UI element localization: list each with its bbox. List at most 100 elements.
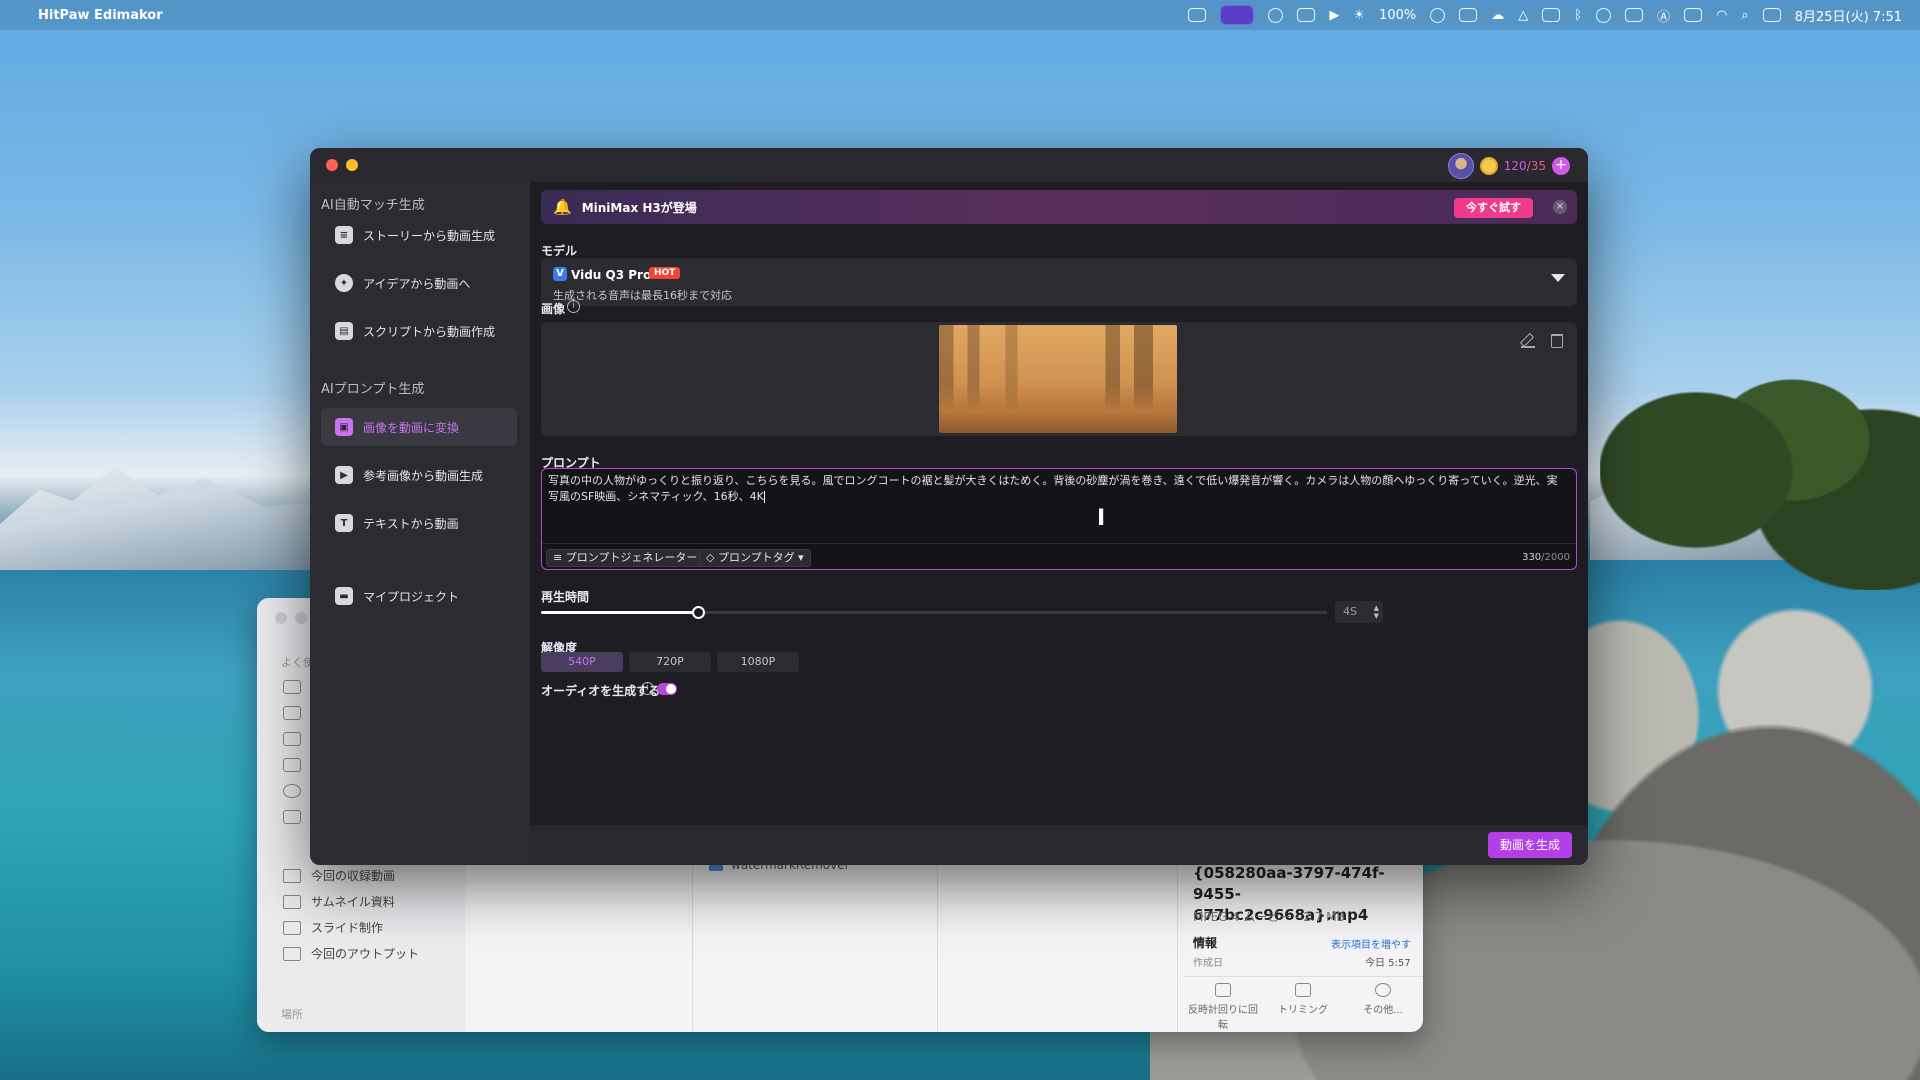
screenshot-icon[interactable] bbox=[1297, 8, 1316, 22]
sidebar-item-text-to-video[interactable]: T テキストから動画 bbox=[321, 504, 517, 542]
lightbulb-icon: ✦ bbox=[335, 274, 353, 292]
resolution-option-720p[interactable]: 720P bbox=[629, 652, 711, 672]
character-counter: 330/2000 bbox=[1522, 552, 1570, 563]
stepper-arrows-icon[interactable]: ▲ ▼ bbox=[1374, 604, 1379, 620]
control-center-icon[interactable] bbox=[1762, 8, 1781, 22]
image-upload-area[interactable] bbox=[541, 322, 1577, 436]
prompt-tag-dropdown[interactable]: ◇ プロンプトタグ ▾ bbox=[699, 549, 811, 567]
tag-icon: ◇ bbox=[706, 551, 718, 564]
folder-icon: ▬ bbox=[335, 587, 353, 605]
folder-icon bbox=[283, 920, 301, 935]
duration-slider-fill bbox=[541, 611, 699, 614]
prompt-textarea[interactable]: 写真の中の人物がゆっくりと振り返り、こちらを見る。風でロングコートの裾と髪が大き… bbox=[541, 468, 1577, 570]
clock[interactable]: 8月25日(火) 7:51 bbox=[1795, 6, 1902, 25]
try-now-button[interactable]: 今すぐ試す bbox=[1454, 198, 1533, 218]
audio-toggle[interactable] bbox=[657, 683, 677, 695]
list-icon: ≡ bbox=[553, 551, 566, 564]
rotate-left-button[interactable]: 反時計回りに回転 bbox=[1188, 983, 1258, 1032]
finder-sidebar-item[interactable]: スライド制作 bbox=[283, 919, 383, 936]
shield-icon[interactable] bbox=[1542, 8, 1561, 22]
folder-icon bbox=[283, 946, 301, 961]
vidu-logo-icon: V bbox=[553, 267, 567, 281]
document-icon: ≡ bbox=[335, 226, 353, 244]
trash-icon[interactable] bbox=[1551, 334, 1563, 348]
split-view-icon[interactable] bbox=[1625, 8, 1644, 22]
add-credits-button[interactable]: + bbox=[1552, 157, 1570, 175]
text-cursor-icon: I bbox=[1097, 506, 1106, 531]
duration-slider-handle[interactable] bbox=[692, 606, 706, 619]
generate-video-button[interactable]: 動画を生成 bbox=[1487, 832, 1572, 858]
wifi-icon[interactable]: ◠ bbox=[1716, 8, 1727, 23]
more-button[interactable]: その他... bbox=[1348, 983, 1418, 1032]
sidebar-item-story-to-video[interactable]: ≡ ストーリーから動画生成 bbox=[321, 216, 517, 254]
finder-minimize-button[interactable] bbox=[295, 612, 307, 624]
menu-bar-status: ▶ ☀ 100% ☁ △ ᛒ Ⓐ ◠ ⌕ 8月25日(火) 7:51 bbox=[1188, 5, 1902, 25]
minimize-window-button[interactable] bbox=[346, 159, 358, 171]
finder-sidebar-item[interactable]: サムネイル資料 bbox=[283, 893, 395, 910]
info-icon[interactable]: i bbox=[641, 682, 654, 695]
chevron-down-icon[interactable] bbox=[1551, 274, 1565, 282]
status-app-icon[interactable] bbox=[1188, 8, 1207, 22]
sidebar-item-my-projects[interactable]: ▬ マイプロジェクト bbox=[321, 577, 517, 615]
drive-icon[interactable] bbox=[283, 706, 301, 720]
input-source-icon[interactable]: Ⓐ bbox=[1657, 6, 1670, 25]
text-caret bbox=[763, 491, 765, 503]
text-icon: T bbox=[335, 514, 353, 532]
menu-bar: HitPaw Edimakor ▶ ☀ 100% ☁ △ ᛒ Ⓐ ◠ ⌕ 8月2… bbox=[0, 0, 1920, 30]
desktop-icon[interactable] bbox=[283, 758, 301, 772]
finder-sidebar-item[interactable]: 今回の収録動画 bbox=[283, 867, 395, 884]
rotate-left-icon bbox=[1215, 983, 1231, 997]
finder-places-label: 場所 bbox=[281, 1008, 303, 1021]
app-window: 120/35 + AI自動マッチ生成 ≡ ストーリーから動画生成 ✦ アイデアから動… bbox=[310, 148, 1588, 865]
duration-slider[interactable] bbox=[541, 606, 1327, 619]
resolution-option-540p[interactable]: 540P bbox=[541, 652, 623, 672]
bluetooth-icon[interactable]: ᛒ bbox=[1574, 8, 1582, 23]
info-icon[interactable]: i bbox=[567, 300, 580, 313]
media-play-icon[interactable] bbox=[1596, 7, 1612, 23]
created-label: 作成日 bbox=[1193, 958, 1223, 969]
resolution-option-1080p[interactable]: 1080P bbox=[717, 652, 799, 672]
battery-icon[interactable] bbox=[1684, 8, 1703, 22]
chat-icon[interactable] bbox=[1268, 7, 1284, 23]
trim-icon bbox=[1295, 983, 1311, 997]
duration-label: 再生時間 bbox=[541, 590, 590, 604]
screen-share-icon[interactable] bbox=[1220, 5, 1255, 25]
app-name-menu[interactable]: HitPaw Edimakor bbox=[38, 8, 163, 23]
preview-meta: MPEG-4 ムービー - 2.7 MB bbox=[1193, 910, 1345, 924]
cloud-icon[interactable]: ☁ bbox=[1491, 8, 1504, 23]
image-icon: ▣ bbox=[335, 418, 353, 436]
sidebar-item-idea-to-video[interactable]: ✦ アイデアから動画へ bbox=[321, 264, 517, 302]
prompt-generator-dropdown[interactable]: ≡ プロンプトジェネレーター ▾ bbox=[546, 549, 714, 567]
sidebar-item-script-to-video[interactable]: ▤ スクリプトから動画作成 bbox=[321, 312, 517, 350]
created-value: 今日 5:57 bbox=[1365, 958, 1411, 969]
drive-icon[interactable]: △ bbox=[1518, 8, 1528, 23]
model-subtitle: 生成される音声は最長16秒まで対応 bbox=[553, 289, 732, 302]
downloads-icon[interactable] bbox=[283, 784, 301, 798]
more-icon bbox=[1375, 983, 1391, 997]
close-window-button[interactable] bbox=[326, 159, 338, 171]
translate-icon[interactable] bbox=[1459, 8, 1478, 22]
sidebar-section-prompt: AIプロンプト生成 bbox=[321, 382, 425, 397]
avatar[interactable] bbox=[1447, 153, 1474, 179]
documents-icon[interactable] bbox=[283, 810, 301, 824]
model-label: モデル bbox=[541, 244, 578, 258]
sidebar-section-auto-match: AI自動マッチ生成 bbox=[321, 198, 425, 213]
model-selector[interactable]: V Vidu Q3 Pro HOT 生成される音声は最長16秒まで対応 bbox=[541, 258, 1577, 306]
finder-sidebar-item[interactable]: 今回のアウトプット bbox=[283, 945, 419, 962]
close-banner-icon[interactable]: × bbox=[1553, 200, 1567, 214]
coin-icon bbox=[1479, 157, 1498, 175]
trim-button[interactable]: トリミング bbox=[1268, 983, 1338, 1032]
finder-close-button[interactable] bbox=[275, 612, 287, 624]
applications-icon[interactable] bbox=[283, 680, 301, 694]
edit-icon[interactable] bbox=[1521, 334, 1535, 348]
duration-stepper[interactable]: 4S ▲ ▼ bbox=[1335, 601, 1383, 623]
password-icon[interactable] bbox=[1430, 7, 1446, 23]
play-icon[interactable]: ▶ bbox=[1329, 8, 1339, 23]
brightness-icon[interactable]: ☀ bbox=[1353, 8, 1365, 23]
show-more-link[interactable]: 表示項目を増やす bbox=[1331, 936, 1411, 951]
sidebar-item-reference-image-to-video[interactable]: ▶ 参考画像から動画生成 bbox=[321, 456, 517, 494]
sidebar-item-image-to-video[interactable]: ▣ 画像を動画に変換 bbox=[321, 408, 517, 446]
spotlight-search-icon[interactable]: ⌕ bbox=[1741, 8, 1748, 23]
prompt-divider bbox=[542, 543, 1576, 544]
folder-icon[interactable] bbox=[283, 732, 301, 746]
